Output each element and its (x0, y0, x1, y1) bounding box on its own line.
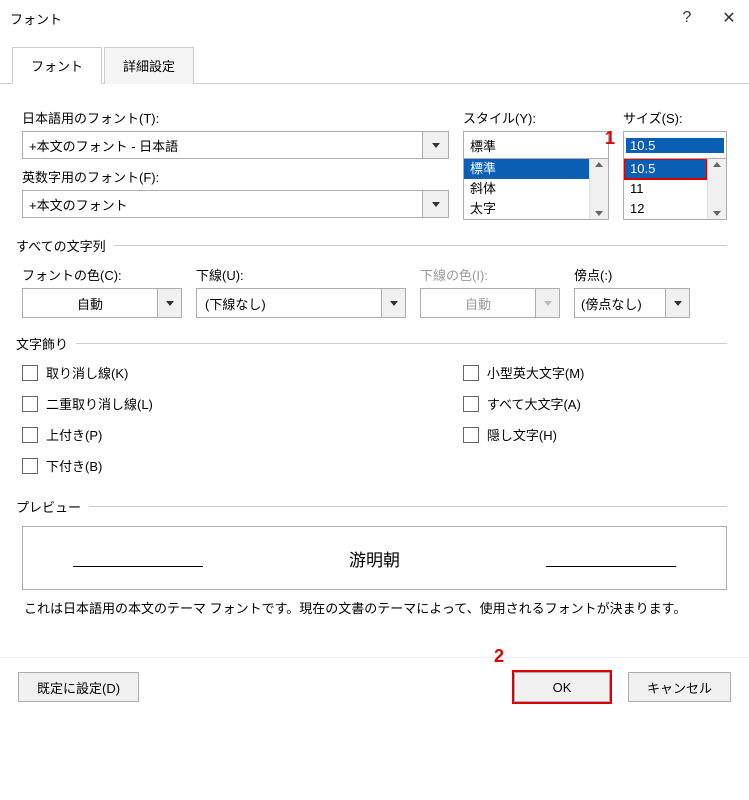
check-hidden[interactable]: 隠し文字(H) (463, 425, 585, 444)
preview-line-right (546, 566, 676, 567)
preview-box: 游明朝 (22, 526, 727, 590)
button-row: 既定に設定(D) 2 OK キャンセル (0, 657, 749, 716)
checkbox-icon[interactable] (463, 427, 479, 443)
size-input[interactable]: 10.5 (623, 131, 727, 159)
underline-label: 下線(U): (196, 265, 406, 284)
titlebar: フォント ? ✕ (0, 0, 749, 36)
dialog-title: フォント (10, 9, 677, 28)
dropdown-icon[interactable] (157, 289, 181, 317)
underline-color-label: 下線の色(I): (420, 265, 560, 284)
checkbox-icon[interactable] (463, 396, 479, 412)
ok-button[interactable]: OK (514, 672, 610, 702)
checkbox-icon[interactable] (22, 458, 38, 474)
preview-description: これは日本語用の本文のテーマ フォントです。現在の文書のテーマによって、使用され… (22, 598, 727, 617)
scroll-up-icon[interactable] (713, 162, 721, 167)
size-value: 10.5 (626, 138, 724, 153)
size-listbox[interactable]: 10.5 11 12 (623, 158, 727, 220)
dialog-content: 日本語用のフォント(T): +本文のフォント - 日本語 英数字用のフォント(F… (0, 84, 749, 627)
style-input[interactable]: 標準 (463, 131, 609, 159)
size-label: サイズ(S): (623, 108, 727, 127)
style-scrollbar[interactable] (589, 159, 608, 219)
check-allcaps[interactable]: すべて大文字(A) (463, 394, 585, 413)
titlebar-buttons: ? ✕ (677, 8, 739, 28)
preview-text: 游明朝 (349, 546, 400, 571)
annotation-1: 1 (605, 128, 615, 149)
size-option[interactable]: 10.5 (624, 159, 707, 179)
style-listbox-items: 標準 斜体 太字 (464, 159, 589, 219)
section-preview: プレビュー (16, 497, 727, 516)
style-option[interactable]: 標準 (464, 159, 589, 179)
scroll-up-icon[interactable] (595, 162, 603, 167)
jp-font-dropdown-icon[interactable] (422, 132, 448, 158)
tab-font[interactable]: フォント (12, 47, 102, 84)
dropdown-icon[interactable] (381, 289, 405, 317)
checkbox-icon[interactable] (22, 396, 38, 412)
latin-font-dropdown-icon[interactable] (422, 191, 448, 217)
checkbox-icon[interactable] (22, 365, 38, 381)
check-smallcaps[interactable]: 小型英大文字(M) (463, 363, 585, 382)
style-listbox[interactable]: 標準 斜体 太字 (463, 158, 609, 220)
preview-line-left (73, 566, 203, 567)
dropdown-icon (535, 289, 559, 317)
style-value: 標準 (464, 136, 608, 155)
section-all-chars: すべての文字列 (16, 236, 727, 255)
font-dialog: フォント ? ✕ フォント 詳細設定 日本語用のフォント(T): +本文のフォン… (0, 0, 749, 716)
jp-font-label: 日本語用のフォント(T): (22, 108, 449, 127)
set-default-button[interactable]: 既定に設定(D) (18, 672, 139, 702)
cancel-button[interactable]: キャンセル (628, 672, 731, 702)
annotation-2: 2 (494, 646, 504, 667)
close-icon[interactable]: ✕ (719, 8, 739, 28)
scroll-down-icon[interactable] (713, 211, 721, 216)
latin-font-label: 英数字用のフォント(F): (22, 167, 449, 186)
help-icon[interactable]: ? (677, 9, 697, 27)
color-row: フォントの色(C): 自動 下線(U): (下線なし) 下線の色(I): 自動 (22, 265, 727, 318)
size-option[interactable]: 12 (624, 199, 707, 219)
checks-area: 取り消し線(K) 二重取り消し線(L) 上付き(P) 下付き(B) 小型英大文字… (22, 363, 727, 475)
underline-select[interactable]: (下線なし) (196, 288, 406, 318)
font-color-label: フォントの色(C): (22, 265, 182, 284)
size-scrollbar[interactable] (707, 159, 726, 219)
section-effects: 文字飾り (16, 334, 727, 353)
latin-font-combo[interactable]: +本文のフォント (22, 190, 449, 218)
jp-font-combo[interactable]: +本文のフォント - 日本語 (22, 131, 449, 159)
emphasis-label: 傍点(:) (574, 265, 690, 284)
emphasis-select[interactable]: (傍点なし) (574, 288, 690, 318)
latin-font-value: +本文のフォント (23, 195, 422, 214)
style-label: スタイル(Y): (463, 108, 609, 127)
font-row: 日本語用のフォント(T): +本文のフォント - 日本語 英数字用のフォント(F… (22, 108, 727, 220)
size-listbox-items: 10.5 11 12 (624, 159, 707, 219)
check-double-strike[interactable]: 二重取り消し線(L) (22, 394, 153, 413)
checkbox-icon[interactable] (22, 427, 38, 443)
tabs: フォント 詳細設定 (0, 36, 749, 84)
style-option[interactable]: 太字 (464, 199, 589, 219)
jp-font-value: +本文のフォント - 日本語 (23, 136, 422, 155)
tab-advanced[interactable]: 詳細設定 (104, 47, 194, 84)
dropdown-icon[interactable] (665, 289, 689, 317)
underline-color-select: 自動 (420, 288, 560, 318)
size-option[interactable]: 11 (624, 179, 707, 199)
check-sub[interactable]: 下付き(B) (22, 456, 153, 475)
checkbox-icon[interactable] (463, 365, 479, 381)
style-option[interactable]: 斜体 (464, 179, 589, 199)
check-super[interactable]: 上付き(P) (22, 425, 153, 444)
font-color-select[interactable]: 自動 (22, 288, 182, 318)
scroll-down-icon[interactable] (595, 211, 603, 216)
check-strike[interactable]: 取り消し線(K) (22, 363, 153, 382)
